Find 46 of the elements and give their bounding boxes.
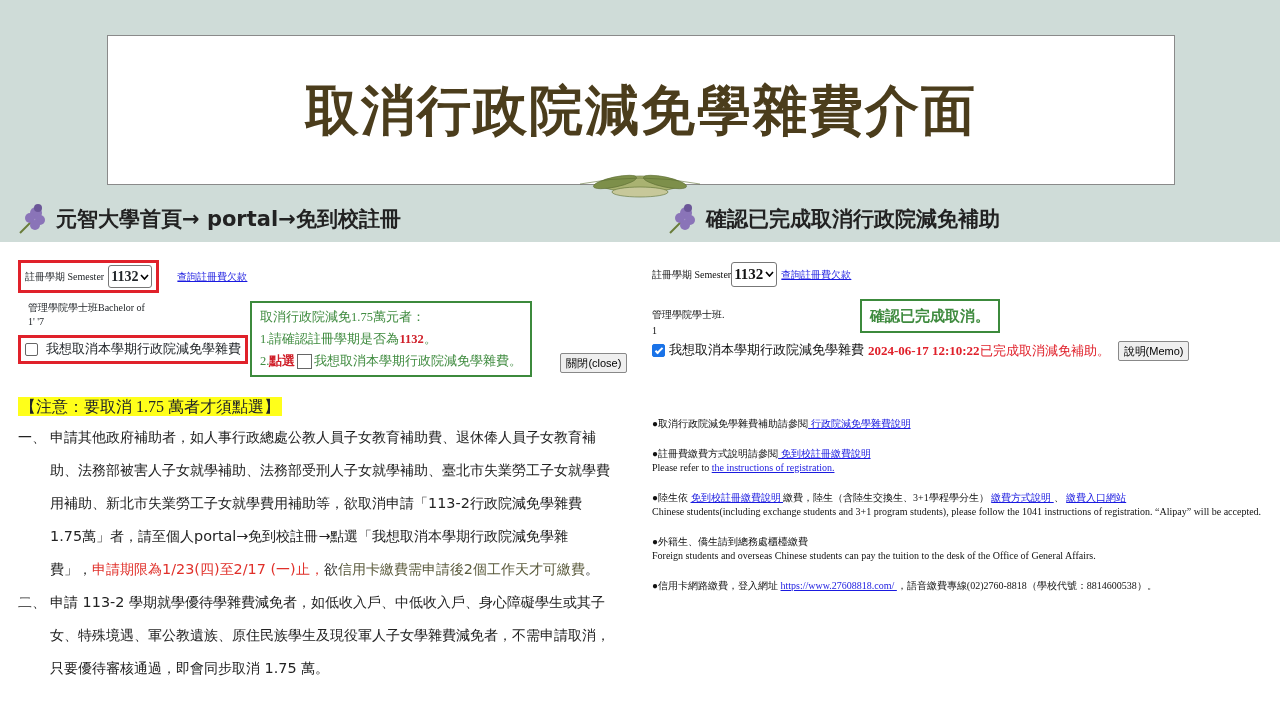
callout-text: 取消行政院減免1.75萬元者： [260,309,426,326]
status-text: 2024-06-17 12:10:22已完成取消減免補助。 [868,342,1110,360]
semester-select[interactable]: 1132 [108,265,153,288]
note-text: Chinese students(including exchange students and 3+1 program students), please follow the 1041 instructions of registration. “Alipay” will be accepted. [652,505,1263,519]
paragraph-text: 申請 113-2 學期就學優待學雜費減免者，如低收入戶、中低收入戶、身心障礙學生或其子女、特殊境遇、軍公教遺族、原住民族學生及現役軍人子女學雜費減免者，不需申請取消，只要優待審核通過，即會同步取消 1.75 萬。 [50,593,610,678]
note-link[interactable]: 繳費入口網站 [1066,492,1127,503]
note-text: ●信用卡網路繳費，登入網址 https://www.27608818.com/ ，語音繳費專線(02)2760-8818（學校代號：8814600538）。 [652,579,1158,593]
memo-button[interactable]: 說明(Memo) [1117,340,1190,361]
paragraph-text: 申請其他政府補助者，如人事行政總處公教人員子女教育補助費、退休俸人員子女教育補助、法務部被害人子女就學補助、法務部受刑人子女就學補助、臺北市失業勞工子女就學費用補助、新北市失業勞工子女就學費用補助等，欲取消申請「113-2行政院減免學雜費1.75萬」者，請至個人portal→免到校註冊→點選「我想取消本學期行政院減免學雜費」，申請期限為1/23(四)至2/17 (一)止，欲信用卡繳費需申請後2個工作天才可繳費。 [50,428,610,579]
program-text: 管理學院學士班. [652,307,726,322]
confirm-callout: 確認已完成取消。 [860,298,1000,333]
checkbox[interactable] [652,344,665,358]
note-link[interactable]: 行政院減免學雜費說明 [808,418,911,429]
note-link[interactable]: 免到校註冊繳費說明 [778,448,871,459]
section-heading: 元智大學首頁→ portal→免到校註冊 [56,206,401,234]
note-text: ●陸生依 免到校註冊繳費說明 繳費，陸生（含陸生交換生、3+1學程學分生） 繳費方式說明 、 繳費入口網站 [652,491,1128,505]
program-text: 管理學院學士班Bachelor of [28,301,146,315]
note-text: ●外籍生、僑生請到總務處櫃檯繳費 [652,535,810,549]
note-text: ●取消行政院減免學雜費補助請參閱 行政院減免學雜費說明 [652,417,912,431]
note-link[interactable]: https://www.27608818.com/ [780,580,897,591]
student-id: 1' '7 [28,315,46,329]
field-label: 註冊學期 Semester [25,270,105,284]
semester-select[interactable]: 1132 [731,262,778,287]
note-link[interactable]: 免到校註冊繳費說明 [690,492,784,503]
field-label: 註冊學期 Semester [652,267,732,282]
caret-icon [140,273,150,280]
notice-text: 【注意：要取消 1.75 萬者才須點選】 [18,397,282,416]
slide-title: 取消行政院減免學雜費介面 [107,35,1175,185]
checkbox[interactable] [25,342,38,356]
note-text: ●註冊費繳費方式說明請參閱 免到校註冊繳費說明 [652,447,872,461]
close-button[interactable]: 關閉(close) [560,352,628,373]
list-marker: 一、 [18,428,47,447]
callout-text: 2.點選 我想取消本學期行政院減免學雜費。 [260,352,523,371]
note-link[interactable]: the instructions of registration. [711,462,835,473]
note-text: Foreign students and overseas Chinese students can pay the tuition to the desk of the Office of General Affairs. [652,549,1097,563]
note-text: Please refer to the instructions of registration. [652,461,836,475]
fee-link[interactable]: 查詢註冊費欠款 [781,266,852,282]
caret-icon [765,271,775,278]
checkbox-label: 我想取消本學期行政院減免學雜費 [669,341,864,360]
section-heading: 確認已完成取消行政院減免補助 [706,206,1000,234]
student-id: 1 [652,323,658,338]
callout-text: 1.請確認註冊學期是否為1132。 [260,331,438,348]
checkbox-label: 我想取消本學期行政院減免學雜費 [46,340,241,358]
note-link[interactable]: 繳費方式說明 [991,492,1054,503]
fee-link[interactable]: 查詢註冊費欠款 [177,269,248,284]
list-marker: 二、 [18,593,47,612]
